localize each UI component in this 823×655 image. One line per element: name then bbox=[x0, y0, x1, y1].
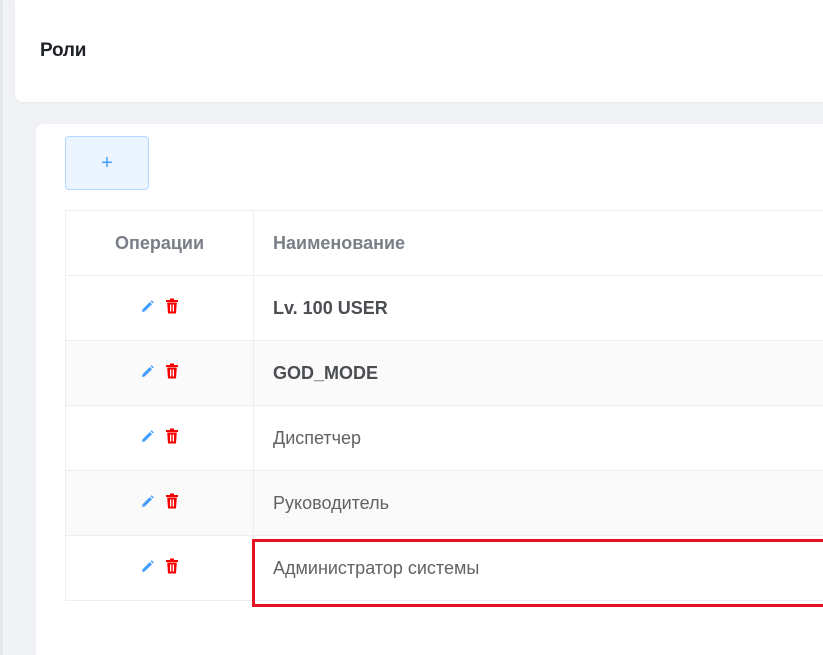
add-role-button[interactable]: + bbox=[65, 136, 149, 190]
pencil-icon[interactable] bbox=[140, 558, 154, 574]
row-operations bbox=[65, 535, 254, 601]
table-row: Администратор системы bbox=[65, 535, 823, 601]
role-name-cell[interactable]: Администратор системы bbox=[253, 535, 823, 601]
table-header-row: Операции Наименование bbox=[65, 210, 823, 276]
pencil-icon[interactable] bbox=[140, 298, 154, 314]
left-rail bbox=[0, 0, 3, 655]
roles-table: Операции Наименование Lv. 100 USER GOD_M… bbox=[65, 210, 823, 601]
trash-icon[interactable] bbox=[165, 493, 179, 509]
roles-panel: + Операции Наименование Lv. 100 USER GOD… bbox=[36, 124, 823, 655]
table-row: Lv. 100 USER bbox=[65, 275, 823, 341]
row-operations bbox=[65, 340, 254, 406]
pencil-icon[interactable] bbox=[140, 428, 154, 444]
row-operations bbox=[65, 405, 254, 471]
row-operations bbox=[65, 275, 254, 341]
row-operations bbox=[65, 470, 254, 536]
column-header-name[interactable]: Наименование bbox=[253, 210, 823, 276]
role-name-cell[interactable]: GOD_MODE bbox=[253, 340, 823, 406]
column-header-operations: Операции bbox=[65, 210, 254, 276]
trash-icon[interactable] bbox=[165, 428, 179, 444]
pencil-icon[interactable] bbox=[140, 363, 154, 379]
role-name-cell[interactable]: Руководитель bbox=[253, 470, 823, 536]
page-title: Роли bbox=[40, 40, 87, 61]
table-row: GOD_MODE bbox=[65, 340, 823, 406]
trash-icon[interactable] bbox=[165, 558, 179, 574]
trash-icon[interactable] bbox=[165, 363, 179, 379]
table-row: Диспетчер bbox=[65, 405, 823, 471]
pencil-icon[interactable] bbox=[140, 493, 154, 509]
trash-icon[interactable] bbox=[165, 298, 179, 314]
table-row: Руководитель bbox=[65, 470, 823, 536]
role-name-cell[interactable]: Lv. 100 USER bbox=[253, 275, 823, 341]
role-name-cell[interactable]: Диспетчер bbox=[253, 405, 823, 471]
page-header bbox=[15, 0, 823, 102]
